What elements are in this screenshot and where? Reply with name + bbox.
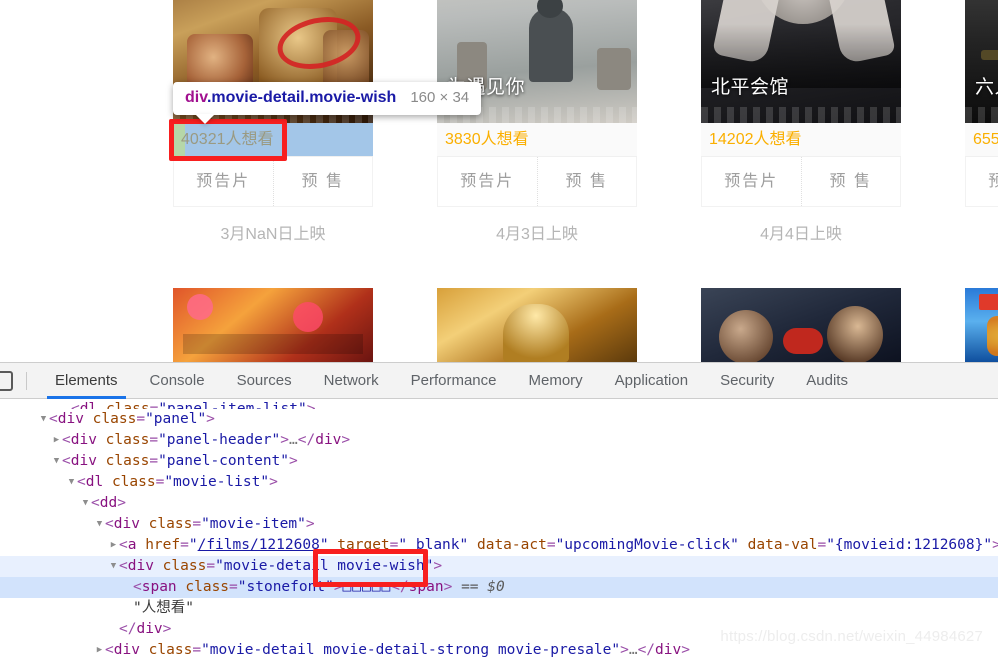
movie-actions: 预告片 预 售 bbox=[173, 157, 373, 207]
browser-viewport: 40321人想看 预告片 预 售 3月NaN日上映 为遇见你 3830人想看 预… bbox=[0, 0, 998, 362]
movie-list: 40321人想看 预告片 预 售 3月NaN日上映 为遇见你 3830人想看 预… bbox=[169, 0, 998, 244]
screenshot-root: 40321人想看 预告片 预 售 3月NaN日上映 为遇见你 3830人想看 预… bbox=[0, 0, 998, 657]
wish-count: 40321人想看 bbox=[181, 131, 274, 148]
movie-actions: 预告片 预 售 bbox=[701, 157, 901, 207]
element-inspector-tooltip: div.movie-detail.movie-wish 160 × 34 bbox=[173, 82, 482, 124]
inspector-tag-name: div bbox=[185, 89, 207, 106]
trailer-button[interactable]: 预告片 bbox=[174, 157, 273, 206]
poster-footer-strip bbox=[965, 107, 998, 123]
release-date: 3月NaN日上映 bbox=[220, 226, 326, 243]
trailer-button[interactable]: 预告片 bbox=[966, 157, 998, 206]
trailer-button[interactable]: 预告片 bbox=[702, 157, 801, 206]
movie-list-row-2 bbox=[173, 288, 998, 362]
tab-application[interactable]: Application bbox=[599, 363, 704, 399]
inspector-dimensions: 160 × 34 bbox=[410, 89, 470, 106]
devtools-tab-bar: Elements Console Sources Network Perform… bbox=[39, 363, 864, 399]
dom-node-panel-header[interactable]: ▶ <div class="panel-header">…</div> bbox=[0, 430, 998, 451]
movie-wish-wrapper: 40321人想看 bbox=[169, 119, 373, 161]
devtools-toolbar: Elements Console Sources Network Perform… bbox=[0, 363, 998, 399]
dom-tree[interactable]: ▶<dl class="panel-item-list"> ▼<div clas… bbox=[0, 399, 998, 657]
movie-poster[interactable] bbox=[701, 288, 901, 362]
tab-memory[interactable]: Memory bbox=[513, 363, 599, 399]
release-date: 4月3日上映 bbox=[496, 226, 578, 243]
inspector-selector: div.movie-detail.movie-wish bbox=[185, 89, 396, 107]
dom-node-panel[interactable]: ▼ <div class="panel"> bbox=[0, 409, 998, 430]
poster-title: 北平会馆 bbox=[711, 77, 790, 98]
movie-wish[interactable]: 6551人想看 bbox=[965, 123, 998, 157]
tab-performance[interactable]: Performance bbox=[395, 363, 513, 399]
tab-audits[interactable]: Audits bbox=[790, 363, 864, 399]
presale-button[interactable]: 预 售 bbox=[536, 157, 637, 206]
dom-node-dd[interactable]: ▼ <dd> bbox=[0, 493, 998, 514]
dom-node-clipped: ▶<dl class="panel-item-list"> bbox=[71, 401, 316, 409]
movie-actions: 预告片 预 售 bbox=[437, 157, 637, 207]
movie-poster[interactable]: 六人-泰坦尼 bbox=[965, 0, 998, 123]
movie-card[interactable]: 六人-泰坦尼 6551人想看 预告片 预 售 4月4日上映 bbox=[965, 0, 998, 244]
devtools-panel: Elements Console Sources Network Perform… bbox=[0, 362, 998, 657]
movie-wish[interactable]: 14202人想看 bbox=[701, 123, 901, 157]
poster-title: 六人-泰坦尼 bbox=[975, 77, 998, 98]
movie-card[interactable]: 北平会馆 14202人想看 预告片 预 售 4月4日上映 bbox=[701, 0, 901, 244]
dom-node-anchor[interactable]: ▶ <a href="/films/1212608" target="_blank… bbox=[0, 535, 998, 556]
tooltip-arrow-icon bbox=[195, 114, 215, 124]
movie-card[interactable]: 为遇见你 3830人想看 预告片 预 售 4月3日上映 bbox=[437, 0, 637, 244]
dom-node-movie-wish[interactable]: ▼ <div class="movie-detail movie-wish"> bbox=[0, 556, 998, 577]
dom-node-panel-content[interactable]: ▼ <div class="panel-content"> bbox=[0, 451, 998, 472]
dom-node-stonefont-span[interactable]: ▶<span class="stonefont">□□□□□</span> ==… bbox=[0, 577, 998, 598]
movie-poster[interactable]: 北平会馆 bbox=[701, 0, 901, 123]
wish-count: 6551人想看 bbox=[973, 131, 998, 148]
presale-button[interactable]: 预 售 bbox=[800, 157, 901, 206]
release-date: 4月4日上映 bbox=[760, 226, 842, 243]
tab-console[interactable]: Console bbox=[134, 363, 221, 399]
movie-poster[interactable] bbox=[965, 288, 998, 362]
tab-network[interactable]: Network bbox=[308, 363, 395, 399]
dom-text-node[interactable]: ▶"人想看" bbox=[0, 598, 998, 619]
movie-wish[interactable]: 40321人想看 bbox=[173, 123, 373, 157]
toolbar-divider bbox=[26, 371, 27, 390]
tab-sources[interactable]: Sources bbox=[221, 363, 308, 399]
movie-actions: 预告片 预 售 bbox=[965, 157, 998, 207]
tab-elements[interactable]: Elements bbox=[39, 363, 134, 399]
device-toolbar-icon[interactable] bbox=[0, 370, 13, 391]
inspector-class-names: .movie-detail.movie-wish bbox=[206, 89, 397, 106]
poster-footer-strip bbox=[701, 107, 901, 123]
watermark: https://blog.csdn.net/weixin_44984627 bbox=[720, 628, 983, 645]
movie-poster[interactable] bbox=[173, 288, 373, 362]
tab-security[interactable]: Security bbox=[704, 363, 790, 399]
presale-button[interactable]: 预 售 bbox=[272, 157, 373, 206]
movie-wish[interactable]: 3830人想看 bbox=[437, 123, 637, 157]
dom-node-movie-item[interactable]: ▼ <div class="movie-item"> bbox=[0, 514, 998, 535]
wish-count: 14202人想看 bbox=[709, 131, 802, 148]
dom-node-movie-list[interactable]: ▼ <dl class="movie-list"> bbox=[0, 472, 998, 493]
trailer-button[interactable]: 预告片 bbox=[438, 157, 537, 206]
wish-count: 3830人想看 bbox=[445, 131, 529, 148]
movie-poster[interactable] bbox=[437, 288, 637, 362]
release-date: 4月4日上映 bbox=[965, 220, 998, 244]
